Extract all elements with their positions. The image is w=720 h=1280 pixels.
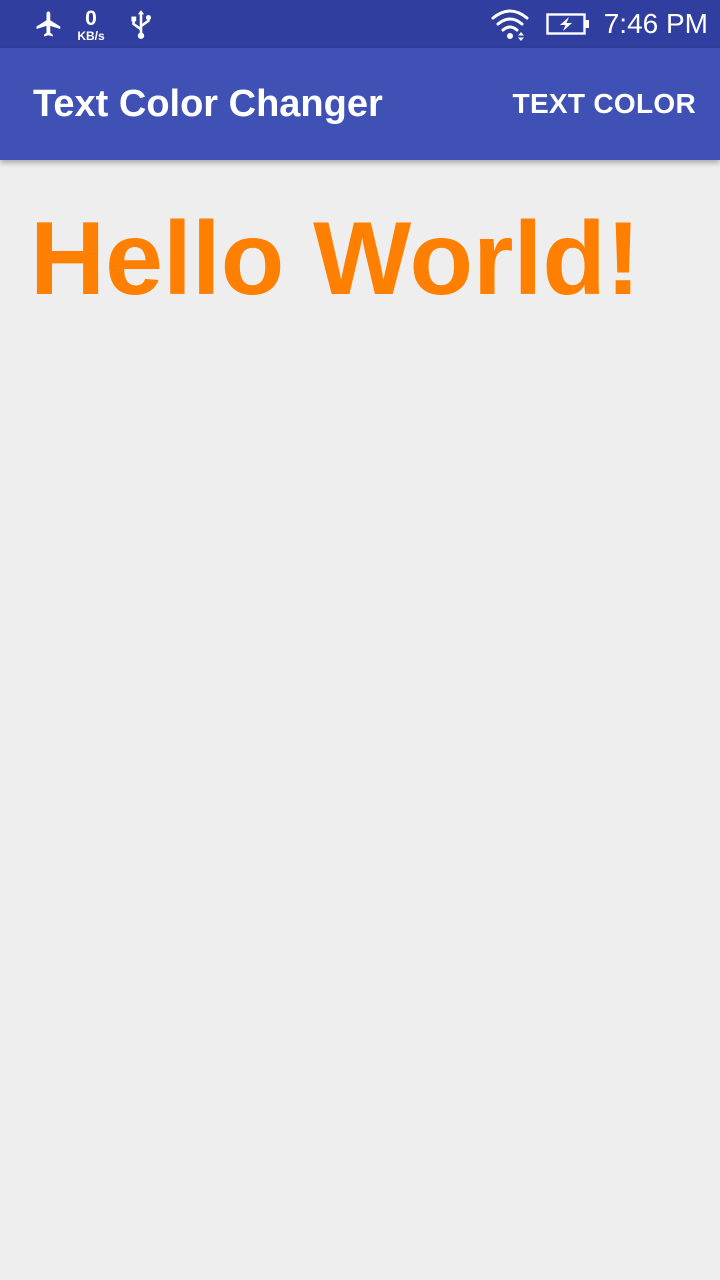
status-clock: 7:46 PM: [603, 8, 708, 39]
network-speed-indicator: 0 KB/s: [72, 6, 110, 42]
main-content: Hello World!: [0, 160, 720, 1280]
hello-world-text: Hello World!: [30, 201, 641, 317]
battery-charging-icon: [546, 13, 589, 35]
status-left-group: 0 KB/s: [34, 0, 154, 48]
app-title: Text Color Changer: [33, 83, 383, 125]
text-color-action-button[interactable]: TEXT COLOR: [513, 48, 696, 160]
network-speed-unit: KB/s: [77, 29, 105, 43]
wifi-icon: [491, 9, 529, 41]
status-bar: 0 KB/s 7:46 PM: [0, 0, 720, 48]
app-bar: Text Color Changer TEXT COLOR: [0, 48, 720, 160]
status-right-group: 7:46 PM: [490, 0, 708, 48]
usb-icon: [131, 10, 152, 39]
network-speed-value: 0: [85, 7, 97, 30]
airplane-icon: [36, 11, 61, 37]
